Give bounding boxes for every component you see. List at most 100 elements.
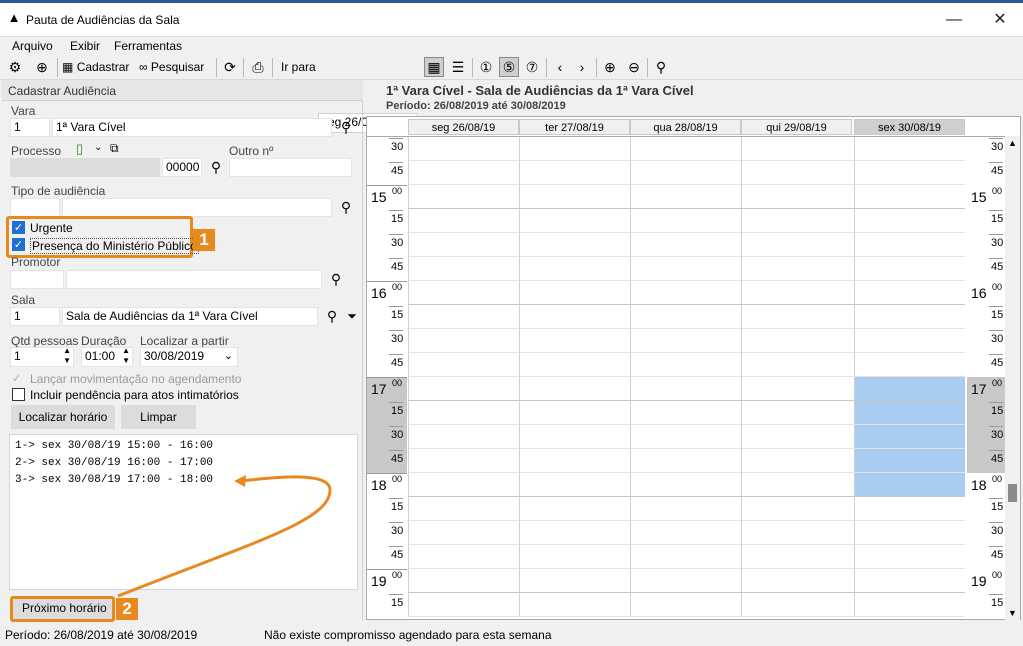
calendar-cell[interactable]	[854, 161, 965, 185]
calendar-cell[interactable]	[854, 257, 965, 281]
calendar-cell[interactable]	[408, 161, 519, 185]
day-header[interactable]: seg 26/08/19	[408, 119, 519, 135]
calendar-cell[interactable]	[519, 257, 630, 281]
calendar-cell[interactable]	[519, 209, 630, 233]
calendar-cell[interactable]	[630, 593, 741, 617]
calendar-cell[interactable]	[741, 353, 854, 377]
calendar-cell[interactable]	[408, 545, 519, 569]
calendar-cell[interactable]	[408, 425, 519, 449]
calendar-cell[interactable]	[741, 545, 854, 569]
calendar-cell[interactable]	[854, 425, 965, 449]
calendar-cell[interactable]	[854, 545, 965, 569]
calendar-cell[interactable]	[741, 209, 854, 233]
calendar-cell[interactable]	[408, 401, 519, 425]
calendar-cell[interactable]	[741, 521, 854, 545]
calendar-cell[interactable]	[519, 401, 630, 425]
calendar-cell[interactable]	[854, 233, 965, 257]
calendar-cell[interactable]	[854, 329, 965, 353]
calendar-cell[interactable]	[519, 377, 630, 401]
calendar-cell[interactable]	[630, 161, 741, 185]
calendar-cell[interactable]	[408, 137, 519, 161]
calendar-cell[interactable]	[630, 377, 741, 401]
calendar-cell[interactable]	[408, 233, 519, 257]
calendar-cell[interactable]	[630, 257, 741, 281]
calendar-cell[interactable]	[741, 593, 854, 617]
time-slots[interactable]: 30 30 45 45 15 00 15 00 15 15 30 30 45 45 16 00 16 00 15 15…	[367, 137, 1020, 619]
calendar-cell[interactable]	[408, 377, 519, 401]
calendar-cell[interactable]	[630, 305, 741, 329]
calendar-cell[interactable]	[741, 425, 854, 449]
calendar-cell[interactable]	[741, 377, 854, 401]
calendar-cell[interactable]	[854, 449, 965, 473]
calendar-cell[interactable]	[519, 305, 630, 329]
calendar-cell[interactable]	[408, 473, 519, 497]
calendar-cell[interactable]	[741, 233, 854, 257]
calendar-cell[interactable]	[741, 497, 854, 521]
calendar-cell[interactable]	[408, 209, 519, 233]
calendar-cell[interactable]	[519, 233, 630, 257]
calendar-cell[interactable]	[519, 137, 630, 161]
calendar-cell[interactable]	[630, 185, 741, 209]
calendar-cell[interactable]	[408, 569, 519, 593]
calendar-cell[interactable]	[630, 497, 741, 521]
calendar-cell[interactable]	[854, 473, 965, 497]
calendar-cell[interactable]	[741, 161, 854, 185]
calendar-cell[interactable]	[630, 209, 741, 233]
calendar-cell[interactable]	[630, 137, 741, 161]
calendar-cell[interactable]	[741, 305, 854, 329]
calendar-cell[interactable]	[854, 281, 965, 305]
calendar-cell[interactable]	[854, 593, 965, 617]
calendar-cell[interactable]	[519, 161, 630, 185]
scroll-thumb[interactable]	[1008, 484, 1017, 502]
calendar-cell[interactable]	[854, 521, 965, 545]
calendar-cell[interactable]	[519, 569, 630, 593]
calendar-cell[interactable]	[741, 569, 854, 593]
calendar-cell[interactable]	[630, 425, 741, 449]
day-header-selected[interactable]: sex 30/08/19	[854, 119, 965, 135]
calendar-cell[interactable]	[519, 353, 630, 377]
calendar-cell[interactable]	[741, 281, 854, 305]
calendar-cell[interactable]	[741, 137, 854, 161]
calendar-cell[interactable]	[408, 329, 519, 353]
calendar-cell[interactable]	[630, 401, 741, 425]
calendar-cell[interactable]	[519, 185, 630, 209]
calendar-cell[interactable]	[630, 545, 741, 569]
calendar-cell[interactable]	[854, 497, 965, 521]
calendar-cell[interactable]	[408, 257, 519, 281]
calendar-cell[interactable]	[408, 353, 519, 377]
calendar-cell[interactable]	[741, 473, 854, 497]
scroll-down-icon[interactable]: ▼	[1008, 608, 1017, 618]
calendar-cell[interactable]	[630, 449, 741, 473]
calendar-cell[interactable]	[630, 353, 741, 377]
calendar-cell[interactable]	[408, 521, 519, 545]
calendar-cell[interactable]	[854, 209, 965, 233]
calendar-cell[interactable]	[854, 401, 965, 425]
vertical-scrollbar[interactable]: ▲ ▼	[1005, 136, 1020, 620]
calendar-cell[interactable]	[854, 137, 965, 161]
calendar-cell[interactable]	[519, 545, 630, 569]
calendar-cell[interactable]	[854, 569, 965, 593]
calendar-cell[interactable]	[741, 449, 854, 473]
calendar-cell[interactable]	[519, 521, 630, 545]
calendar-cell[interactable]	[519, 281, 630, 305]
calendar-cell[interactable]	[741, 401, 854, 425]
day-header[interactable]: ter 27/08/19	[519, 119, 630, 135]
calendar-cell[interactable]	[630, 473, 741, 497]
calendar-grid[interactable]: seg 26/08/19 ter 27/08/19 qua 28/08/19 q…	[366, 116, 1021, 620]
calendar-cell[interactable]	[519, 593, 630, 617]
calendar-cell[interactable]	[408, 185, 519, 209]
calendar-cell[interactable]	[408, 497, 519, 521]
calendar-cell[interactable]	[408, 281, 519, 305]
calendar-cell[interactable]	[854, 353, 965, 377]
calendar-cell[interactable]	[854, 305, 965, 329]
day-header[interactable]: qui 29/08/19	[741, 119, 852, 135]
day-header[interactable]: qua 28/08/19	[630, 119, 741, 135]
calendar-cell[interactable]	[630, 569, 741, 593]
calendar-cell[interactable]	[630, 521, 741, 545]
calendar-cell[interactable]	[519, 449, 630, 473]
calendar-cell[interactable]	[630, 329, 741, 353]
calendar-cell[interactable]	[741, 185, 854, 209]
calendar-cell[interactable]	[519, 425, 630, 449]
proximo-horario-button[interactable]: Próximo horário	[22, 601, 107, 615]
calendar-cell[interactable]	[519, 473, 630, 497]
